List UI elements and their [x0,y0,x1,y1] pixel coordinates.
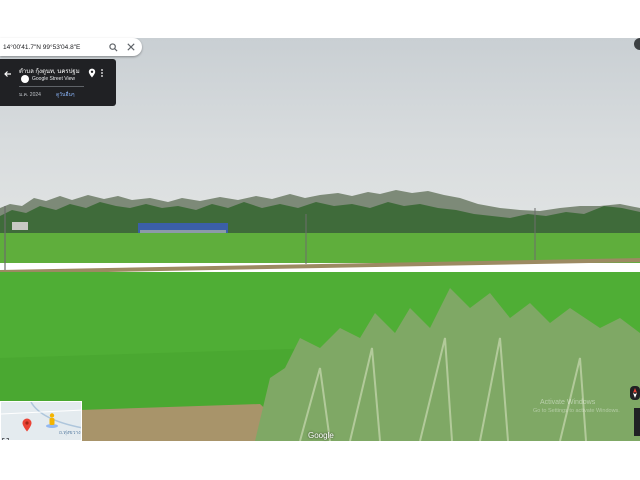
source-label: Google Street View [32,76,75,82]
card-divider [19,86,84,87]
activate-windows-title: Activate Windows [540,399,596,406]
zoom-control[interactable] [634,408,640,436]
google-logo: Google [308,431,334,440]
small-house [12,222,28,230]
search-icon[interactable] [106,40,120,54]
street-view-info-card: ตำบล กุ้งตูนท, นครปฐม Google Street View… [0,59,116,106]
compass-icon[interactable] [630,386,640,400]
capture-date: ม.ค. 2024 [19,92,41,98]
expand-icon[interactable] [2,432,9,440]
pegman-icon[interactable] [45,412,59,428]
arrow-left-icon[interactable] [3,66,13,77]
top-right-button[interactable] [634,38,640,50]
location-pin-icon[interactable] [88,65,96,78]
search-box[interactable]: 14°00'41.7"N 99°53'04.8"E [0,38,142,56]
close-icon[interactable] [124,40,138,54]
activate-windows-subtitle: Go to Settings to activate Windows. [533,408,620,414]
place-name: ตำบล กุ้งตูนท, นครปฐม [19,69,80,75]
more-vert-icon[interactable] [100,65,104,77]
map-pin-icon [22,418,32,432]
coordinates-input[interactable]: 14°00'41.7"N 99°53'04.8"E [0,44,106,51]
minimap[interactable]: ถ.ทุ่งขวาง [0,401,82,441]
minimap-road-label: ถ.ทุ่งขวาง [59,430,81,436]
street-view-logo-icon [21,75,29,83]
more-dates-link[interactable]: ดูวันอื่นๆ [56,91,75,99]
far-field [0,233,640,263]
